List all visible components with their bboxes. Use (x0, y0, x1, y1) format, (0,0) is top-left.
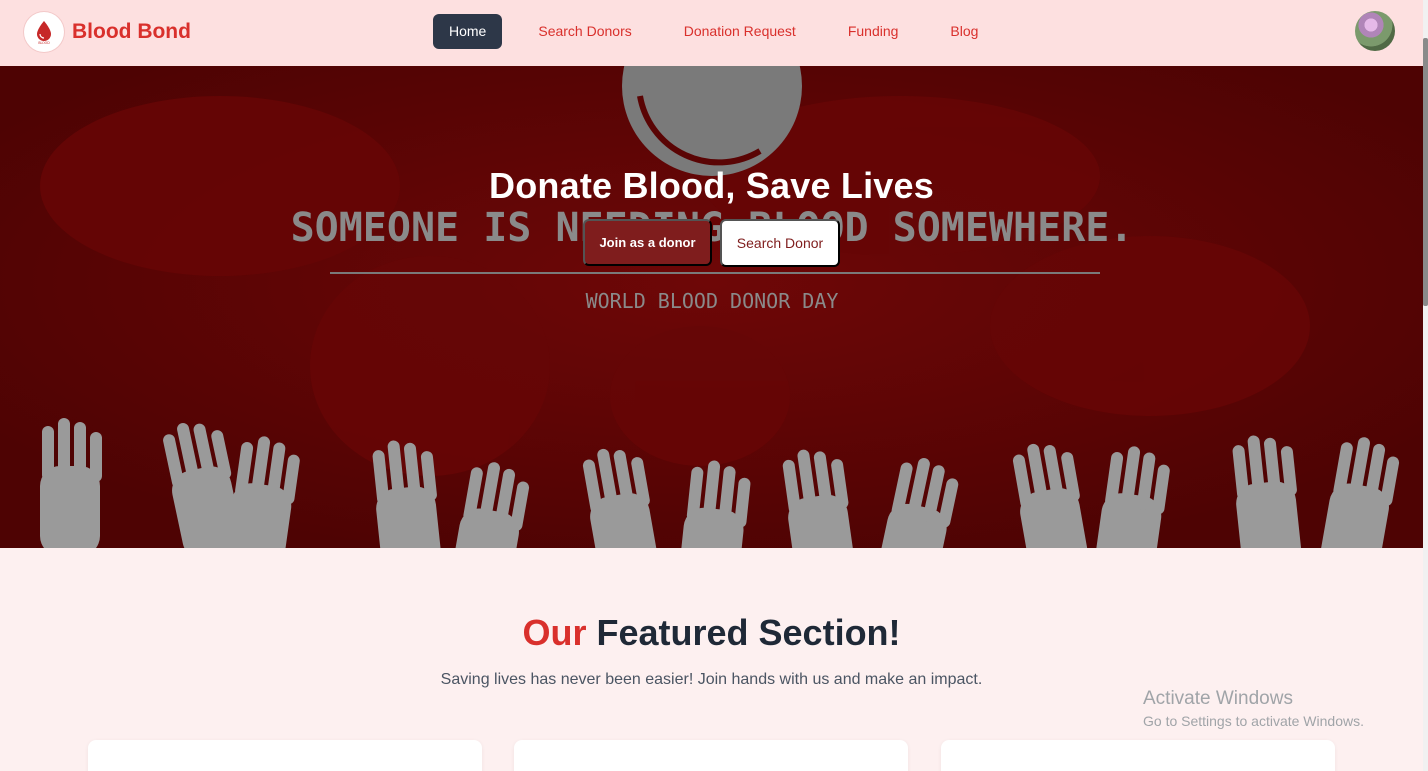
hero-background-image: SOMEONE IS NEEDING BLOOD SOMEWHERE. WORL… (0, 66, 1423, 548)
brand-name[interactable]: Blood Bond (72, 20, 191, 44)
main-nav: Home Search Donors Donation Request Fund… (433, 14, 994, 49)
nav-home[interactable]: Home (433, 14, 503, 49)
featured-card (514, 740, 908, 771)
featured-card (88, 740, 482, 771)
user-avatar[interactable] (1355, 11, 1395, 51)
featured-card (941, 740, 1335, 771)
brand[interactable]: BLOOD Blood Bond (24, 12, 191, 52)
hero-actions: Join as a donor Search Donor (583, 219, 840, 267)
watermark-subtitle: Go to Settings to activate Windows. (1143, 713, 1364, 729)
search-donor-button[interactable]: Search Donor (720, 219, 840, 267)
featured-section-subtitle: Saving lives has never been easier! Join… (440, 671, 983, 688)
nav-search-donors[interactable]: Search Donors (522, 14, 647, 49)
hero-banner: SOMEONE IS NEEDING BLOOD SOMEWHERE. WORL… (0, 66, 1423, 548)
scrollbar-thumb[interactable] (1423, 38, 1428, 306)
featured-title-rest: Featured Section! (596, 612, 901, 653)
featured-section-title: Our Featured Section! (0, 612, 1423, 654)
top-navbar: BLOOD Blood Bond Home Search Donors Dona… (0, 0, 1423, 66)
featured-title-accent: Our (522, 612, 587, 653)
join-as-donor-button[interactable]: Join as a donor (583, 219, 712, 266)
nav-donation-request[interactable]: Donation Request (668, 14, 812, 49)
banner-text-sub: WORLD BLOOD DONOR DAY (586, 289, 839, 313)
hero-title: Donate Blood, Save Lives (489, 165, 934, 206)
blood-drop-logo-icon: BLOOD (24, 12, 64, 52)
nav-blog[interactable]: Blog (934, 14, 994, 49)
watermark-title: Activate Windows (1143, 688, 1293, 709)
nav-funding[interactable]: Funding (832, 14, 915, 49)
svg-text:BLOOD: BLOOD (38, 41, 50, 45)
activate-windows-watermark: Activate Windows Go to Settings to activ… (1143, 688, 1364, 729)
hero-content: Donate Blood, Save Lives (0, 165, 1423, 207)
page-scrollbar[interactable] (1423, 0, 1428, 771)
